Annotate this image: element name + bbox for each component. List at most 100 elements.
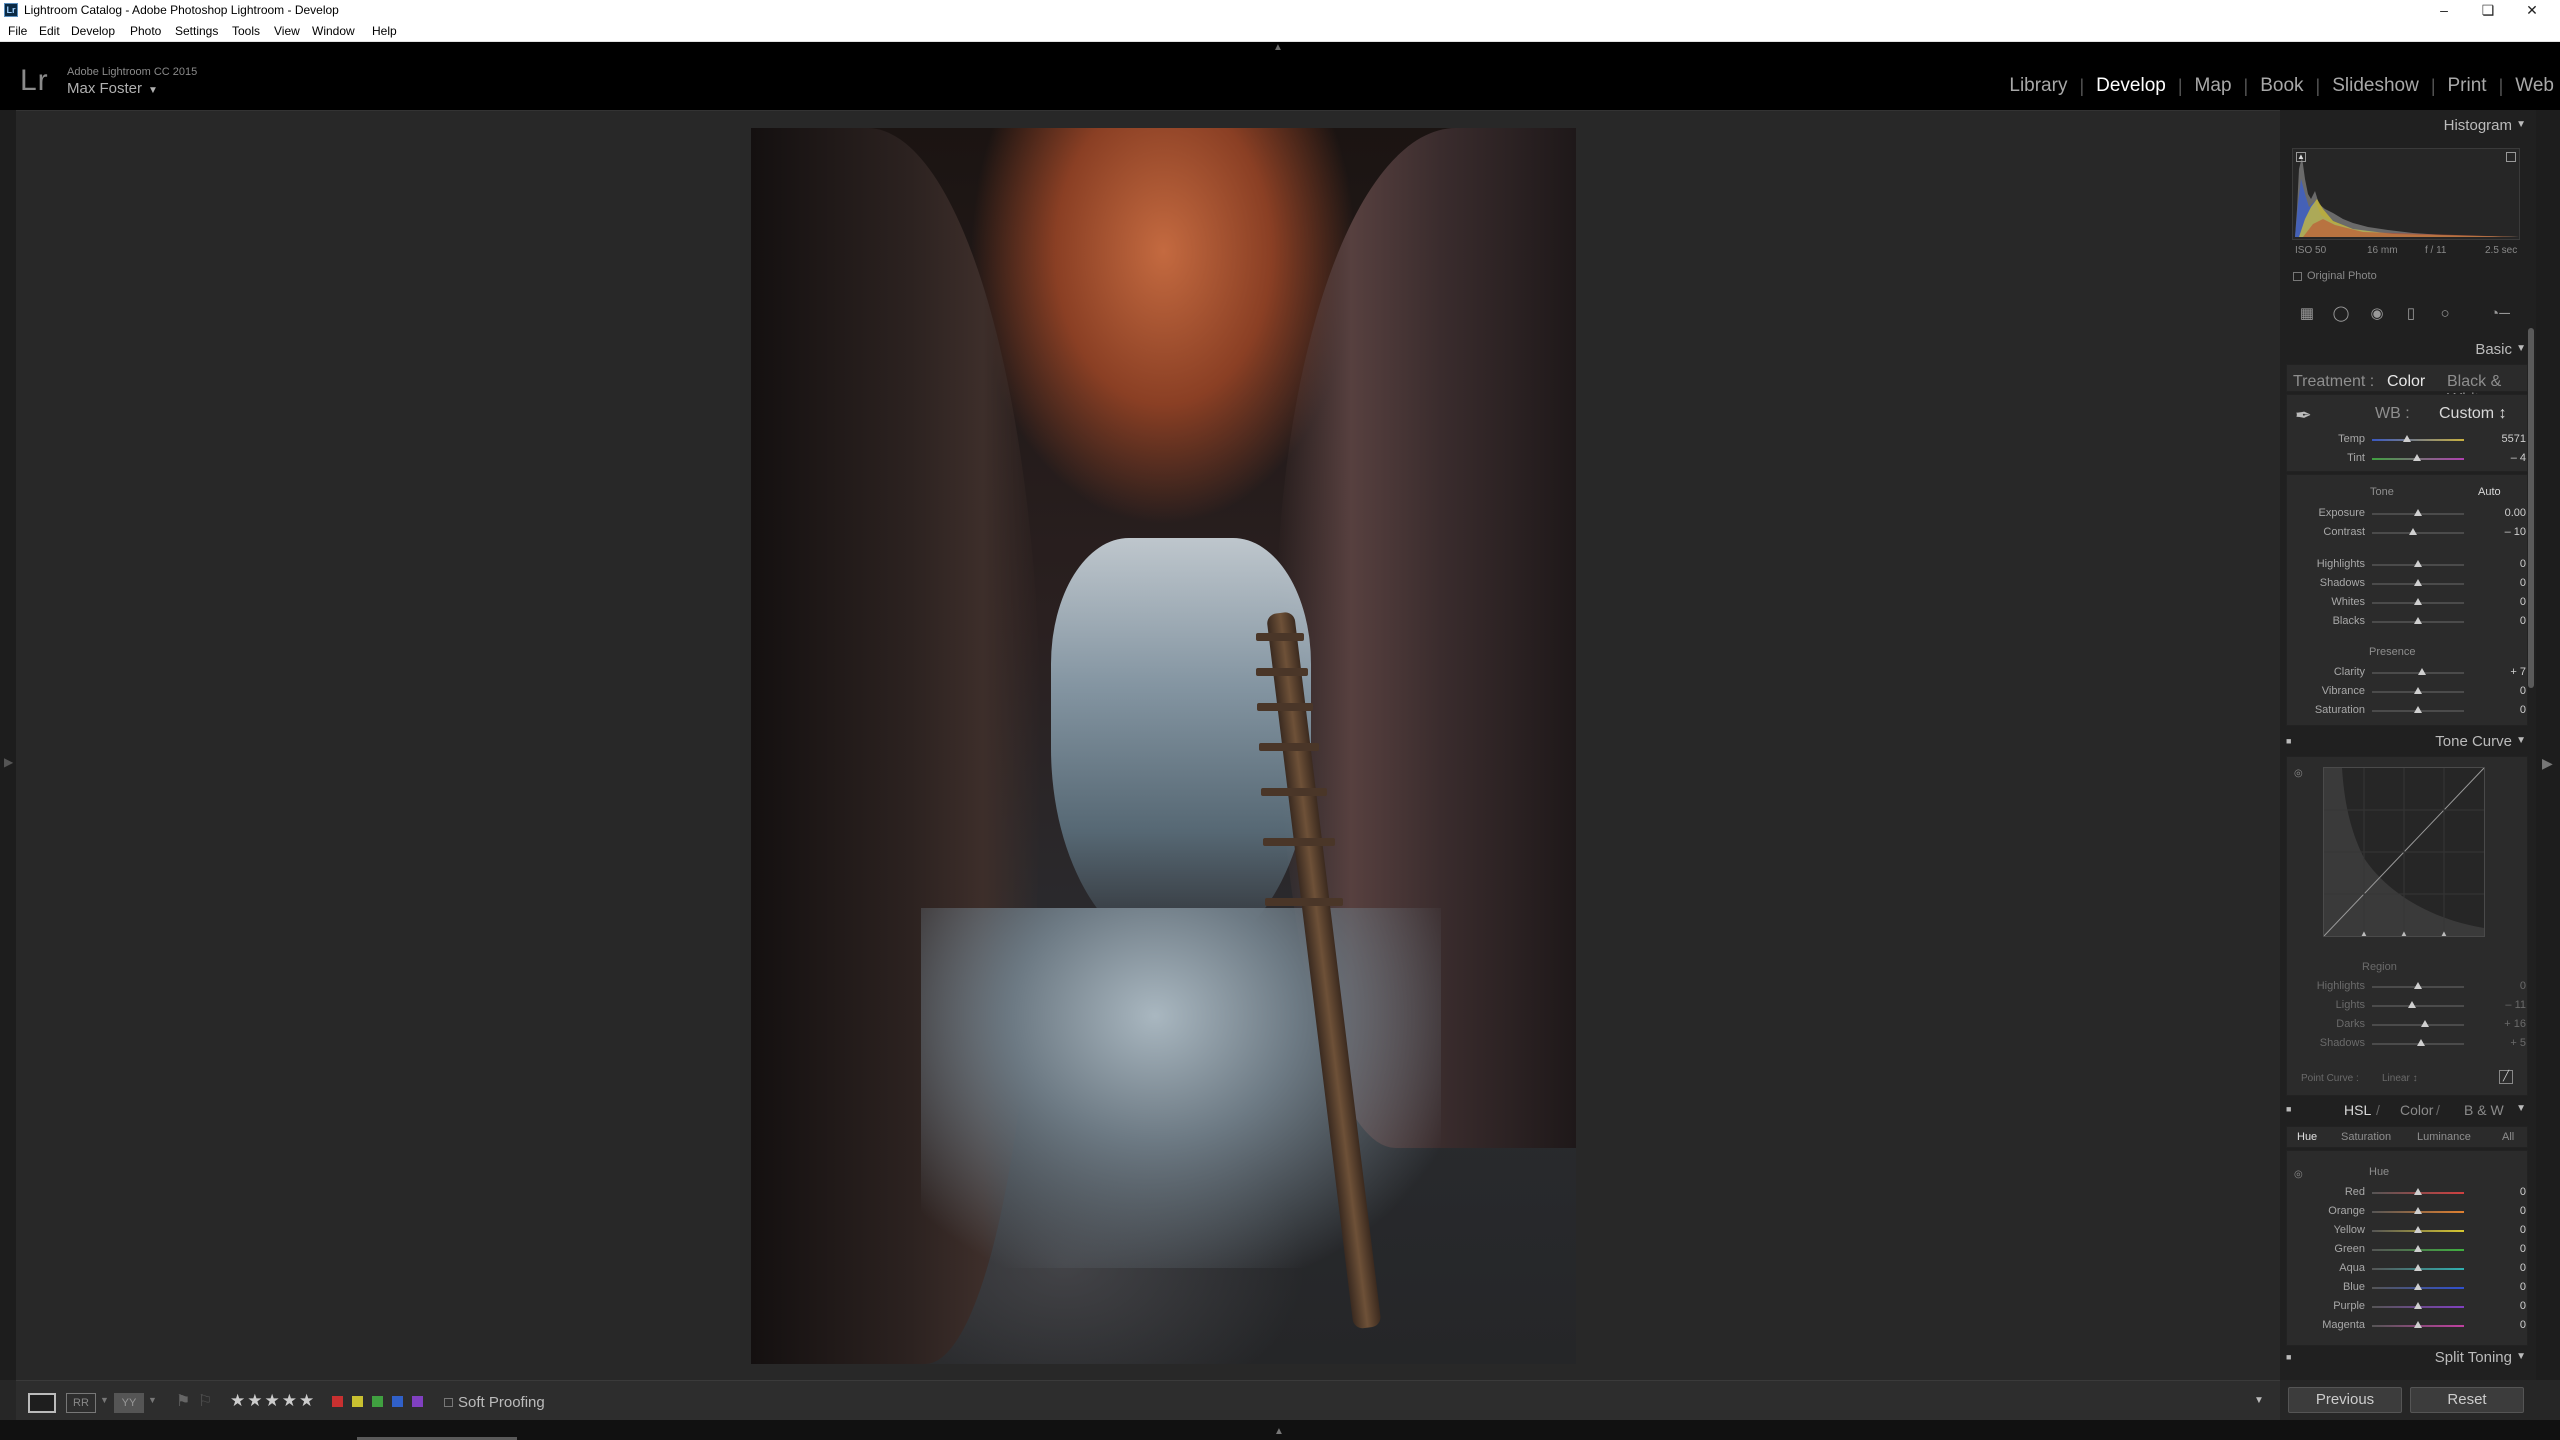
module-web[interactable]: Web [2509,75,2560,97]
hue-orange-knob[interactable] [2414,1207,2422,1214]
curve-darks-knob[interactable] [2421,1020,2430,1027]
exposure-track[interactable] [2372,509,2464,516]
collapse-triangle-icon[interactable]: ▼ [2516,1351,2526,1362]
hue-red-track[interactable] [2372,1188,2464,1195]
soft-proofing-checkbox[interactable] [444,1398,453,1408]
hue-purple-slider[interactable]: Purple 0 [2286,1299,2528,1315]
loupe-view-icon[interactable] [28,1393,56,1413]
hue-blue-knob[interactable] [2414,1283,2422,1290]
whites-slider[interactable]: Whites 0 [2286,595,2528,611]
toolbar-content-dropdown-icon[interactable]: ▼ [2254,1395,2264,1406]
color-label-swatch[interactable] [412,1396,423,1407]
hue-yellow-knob[interactable] [2414,1226,2422,1233]
hue-blue-value[interactable]: 0 [2486,1281,2526,1293]
histogram[interactable]: ▲ [2292,148,2520,240]
vibrance-slider[interactable]: Vibrance 0 [2286,684,2528,700]
hue-magenta-track[interactable] [2372,1321,2464,1328]
menu-tools[interactable]: Tools [232,24,260,38]
clarity-value[interactable]: + 7 [2486,666,2526,678]
temp-slider[interactable]: Temp 5571 [2286,432,2528,448]
right-panel-scrollbar[interactable] [2528,328,2534,688]
shadows-slider[interactable]: Shadows 0 [2286,576,2528,592]
hsl-tab-color[interactable]: Color [2400,1102,2433,1118]
hue-aqua-slider[interactable]: Aqua 0 [2286,1261,2528,1277]
hue-blue-track[interactable] [2372,1283,2464,1290]
curve-shadows-value[interactable]: + 5 [2486,1037,2526,1049]
hue-purple-knob[interactable] [2414,1302,2422,1309]
clarity-slider[interactable]: Clarity + 7 [2286,665,2528,681]
menu-view[interactable]: View [274,24,300,38]
blacks-value[interactable]: 0 [2486,615,2526,627]
flag-pick-icon[interactable]: ⚑ [176,1391,190,1411]
hue-red-value[interactable]: 0 [2486,1186,2526,1198]
panel-switch-icon[interactable]: ■ [2286,1104,2291,1114]
module-library[interactable]: Library [2003,75,2073,97]
expand-left-panel-icon[interactable]: ▶ [4,755,13,769]
split-toning-panel-header[interactable]: ■ Split Toning ▼ [2286,1346,2528,1370]
hue-purple-value[interactable]: 0 [2486,1300,2526,1312]
module-develop[interactable]: Develop [2090,75,2172,97]
menu-photo[interactable]: Photo [130,24,161,38]
hue-purple-track[interactable] [2372,1302,2464,1309]
hue-yellow-slider[interactable]: Yellow 0 [2286,1223,2528,1239]
hue-orange-value[interactable]: 0 [2486,1205,2526,1217]
hue-magenta-knob[interactable] [2414,1321,2422,1328]
curve-split-handle-icon[interactable]: ▲ [2360,929,2368,938]
hsl-panel-header[interactable]: ■ HSL / Color / B & W ▼ [2286,1098,2528,1122]
highlights-value[interactable]: 0 [2486,558,2526,570]
restore-button[interactable]: ❏ [2468,0,2508,20]
tint-slider[interactable]: Tint – 4 [2286,451,2528,467]
curve-split-handle-icon[interactable]: ▲ [2440,929,2448,938]
hue-magenta-slider[interactable]: Magenta 0 [2286,1318,2528,1334]
contrast-knob[interactable] [2409,528,2418,535]
blacks-knob[interactable] [2414,617,2422,624]
highlights-knob[interactable] [2414,560,2422,567]
saturation-slider[interactable]: Saturation 0 [2286,703,2528,719]
whites-value[interactable]: 0 [2486,596,2526,608]
hsl-subtab-hue[interactable]: Hue [2297,1131,2317,1143]
highlight-clipping-icon[interactable] [2506,152,2516,162]
wb-eyedropper-icon[interactable]: ✒ [2295,403,2312,428]
hsl-tab-bw[interactable]: B & W [2464,1102,2504,1118]
curve-lights-value[interactable]: – 11 [2486,999,2526,1011]
targeted-adjustment-icon[interactable]: ◎ [2294,1169,2303,1180]
user-name[interactable]: Max Foster ▼ [67,80,158,97]
tone-auto-button[interactable]: Auto [2478,486,2501,498]
hue-green-knob[interactable] [2414,1245,2422,1252]
collapse-right-panel-icon[interactable]: ▶ [2542,755,2553,772]
close-button[interactable]: ✕ [2512,0,2552,20]
curve-highlights-knob[interactable] [2414,982,2422,989]
before-after-swap-icon[interactable]: YY [114,1393,144,1413]
highlights-track[interactable] [2372,560,2464,567]
shadows-track[interactable] [2372,579,2464,586]
targeted-adjustment-icon[interactable]: ◎ [2294,768,2303,779]
contrast-value[interactable]: – 10 [2486,526,2526,538]
blacks-slider[interactable]: Blacks 0 [2286,614,2528,630]
module-print[interactable]: Print [2442,75,2493,97]
reset-button[interactable]: Reset [2410,1387,2524,1413]
treatment-color-option[interactable]: Color [2387,373,2425,391]
user-menu-caret-icon[interactable]: ▼ [148,85,158,96]
collapse-top-panel-icon[interactable]: ▲ [1273,42,1283,53]
curve-darks-slider[interactable]: Darks + 16 [2286,1017,2528,1033]
left-panel-collapsed[interactable]: ▶ [0,110,16,1380]
clarity-knob[interactable] [2417,668,2426,675]
menu-settings[interactable]: Settings [175,24,218,38]
hue-orange-slider[interactable]: Orange 0 [2286,1204,2528,1220]
saturation-value[interactable]: 0 [2486,704,2526,716]
menu-window[interactable]: Window [312,24,355,38]
tint-value[interactable]: – 4 [2486,452,2526,464]
tone-curve-panel-header[interactable]: ■ Tone Curve ▼ [2286,730,2528,754]
right-panel-edge[interactable]: ▶ [2536,110,2560,1380]
hsl-tab-hsl[interactable]: HSL [2344,1102,2371,1118]
temp-track[interactable] [2372,435,2464,442]
hsl-subtab-luminance[interactable]: Luminance [2417,1131,2471,1143]
color-label-swatch[interactable] [372,1396,383,1407]
curve-shadows-knob[interactable] [2416,1039,2425,1046]
previous-button[interactable]: Previous [2288,1387,2402,1413]
collapse-triangle-icon[interactable]: ▼ [2516,119,2526,130]
temp-value[interactable]: 5571 [2486,433,2526,445]
adjustment-brush-icon[interactable]: ◔─ [2482,305,2518,323]
exposure-slider[interactable]: Exposure 0.00 [2286,506,2528,522]
photo-canyon-waterfall[interactable] [751,128,1576,1364]
